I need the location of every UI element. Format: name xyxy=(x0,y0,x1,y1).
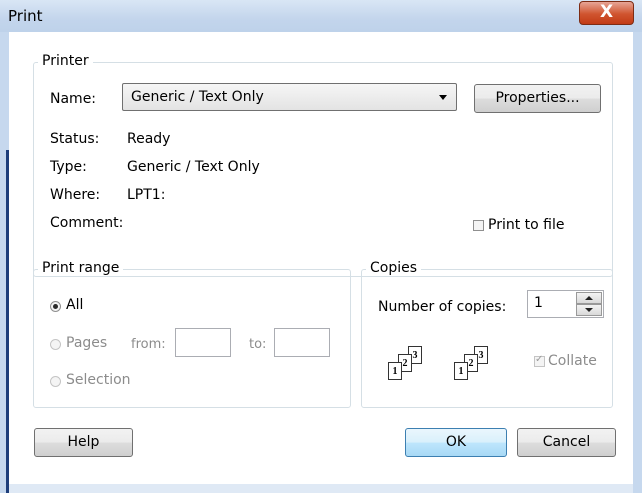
from-label: from: xyxy=(131,337,166,352)
print-to-file-checkbox[interactable]: Print to file xyxy=(473,217,583,235)
collate-illustration: 3 2 1 3 2 1 xyxy=(386,346,496,386)
properties-button[interactable]: Properties... xyxy=(474,84,601,113)
collate-page-1a: 1 xyxy=(388,362,402,380)
comment-label: Comment: xyxy=(50,215,124,231)
collate-checkbox[interactable]: Collate xyxy=(534,353,614,371)
type-value: Generic / Text Only xyxy=(127,159,260,175)
range-selection-label: Selection xyxy=(66,372,131,388)
status-value: Ready xyxy=(127,131,171,147)
copies-value: 1 xyxy=(534,295,543,311)
spin-up-icon[interactable] xyxy=(576,292,602,304)
where-label: Where: xyxy=(50,187,101,203)
cancel-button[interactable]: Cancel xyxy=(517,428,616,457)
close-icon: X xyxy=(599,2,614,22)
number-of-copies-label: Number of copies: xyxy=(378,299,507,315)
collate-box[interactable] xyxy=(534,354,545,367)
printer-name-select[interactable]: Generic / Text Only xyxy=(122,83,457,111)
print-to-file-box[interactable] xyxy=(473,220,484,231)
window-frame-right xyxy=(633,32,642,493)
print-range-legend: Print range xyxy=(38,260,124,276)
radio-selection-indicator[interactable] xyxy=(50,376,61,387)
range-pages-radio[interactable]: Pages xyxy=(50,335,130,353)
ok-button-label: OK xyxy=(445,434,467,450)
print-to-file-label: Print to file xyxy=(488,217,565,233)
printer-legend: Printer xyxy=(38,53,93,69)
range-all-radio[interactable]: All xyxy=(50,297,110,315)
to-input[interactable] xyxy=(274,328,330,357)
window-frame-left xyxy=(0,32,9,493)
copies-spinner[interactable]: 1 xyxy=(527,290,604,318)
range-all-label: All xyxy=(66,297,84,313)
to-label: to: xyxy=(249,337,267,352)
window-title: Print xyxy=(8,7,43,25)
radio-all-indicator[interactable] xyxy=(50,301,61,312)
range-selection-radio[interactable]: Selection xyxy=(50,372,150,390)
radio-pages-indicator[interactable] xyxy=(50,339,61,350)
copies-legend: Copies xyxy=(366,260,422,276)
range-pages-label: Pages xyxy=(66,335,108,351)
printer-name-value: Generic / Text Only xyxy=(131,89,264,105)
from-input[interactable] xyxy=(175,328,231,357)
type-label: Type: xyxy=(50,159,87,175)
where-value: LPT1: xyxy=(127,187,166,203)
help-button-label: Help xyxy=(67,434,100,450)
status-label: Status: xyxy=(50,131,100,147)
cancel-button-label: Cancel xyxy=(542,434,591,450)
ok-button[interactable]: OK xyxy=(405,428,507,457)
collate-page-1b: 1 xyxy=(454,362,468,380)
title-bar[interactable]: Print X xyxy=(0,0,642,32)
name-label: Name: xyxy=(50,91,97,107)
properties-button-label: Properties... xyxy=(495,90,580,106)
collate-label: Collate xyxy=(548,353,597,369)
chevron-down-icon xyxy=(439,95,447,100)
help-button[interactable]: Help xyxy=(34,428,133,457)
spin-down-icon[interactable] xyxy=(576,304,602,316)
close-button[interactable]: X xyxy=(579,1,634,25)
